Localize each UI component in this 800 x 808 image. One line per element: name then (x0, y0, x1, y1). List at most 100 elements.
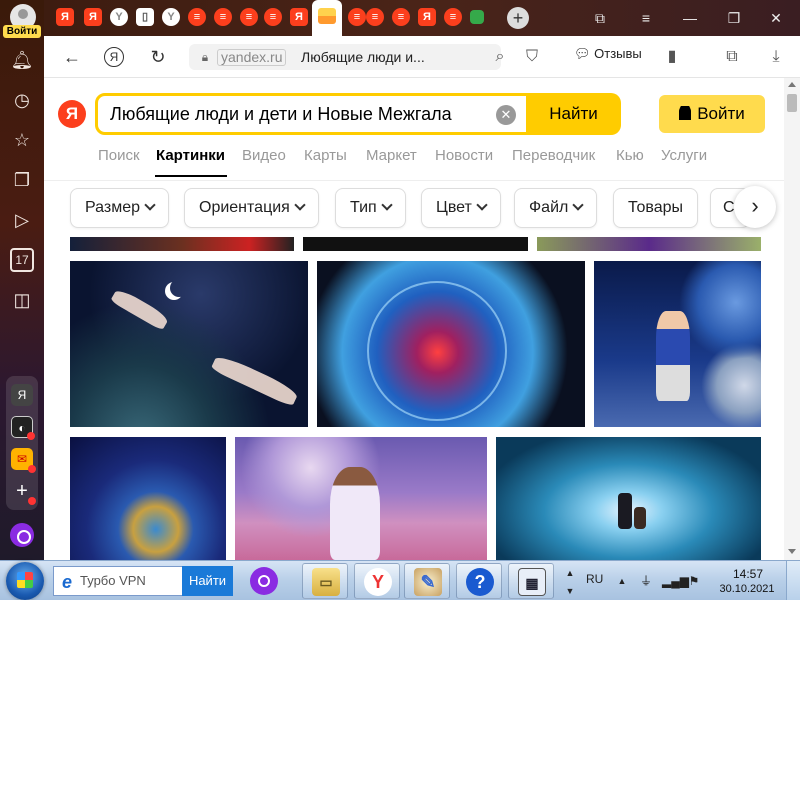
translate-icon[interactable]: ⌕ (488, 45, 512, 69)
network-signal-icon[interactable]: ▂▄▆ (662, 573, 689, 589)
tab-video-icon[interactable]: ≡ (240, 8, 258, 26)
service-tab-search[interactable]: Поиск (98, 147, 140, 164)
show-desktop-button[interactable] (786, 561, 800, 600)
tab-browser-icon[interactable]: Y (110, 8, 128, 26)
tab-video-icon[interactable]: ≡ (348, 8, 366, 26)
restore-icon[interactable]: ❐ (724, 8, 744, 28)
image-result[interactable] (317, 261, 585, 427)
scroll-down-arrow-icon[interactable] (788, 549, 796, 554)
camera-icon[interactable]: ◫ (10, 288, 34, 312)
taskbar-yandex-browser[interactable]: Y (354, 563, 400, 599)
download-icon[interactable]: ⤓ (764, 45, 788, 69)
clock-time[interactable]: 14:57 (726, 567, 770, 581)
image-result[interactable] (303, 237, 528, 251)
filter-file[interactable]: Файл (514, 188, 598, 228)
tab-video-icon[interactable]: ≡ (188, 8, 206, 26)
keyboard-language[interactable]: RU (586, 572, 603, 586)
new-tab-button[interactable]: + (507, 7, 529, 29)
alice-assistant-icon[interactable] (10, 523, 34, 547)
taskbar-explorer[interactable]: ▭ (302, 563, 348, 599)
url-field[interactable]: 🔒︎ yandex.ru Любящие люди и... (189, 44, 501, 70)
bookmarks-panel-icon[interactable]: ⧉ (590, 8, 610, 28)
tray-scroll-down-icon[interactable]: ▼ (562, 583, 578, 599)
bookmark-icon[interactable]: ▮ (660, 45, 684, 69)
start-button[interactable] (6, 562, 44, 600)
yandex-home-icon[interactable]: Я (104, 47, 124, 67)
scroll-right-chevron-icon[interactable]: › (734, 186, 776, 228)
tab-video-icon[interactable]: ≡ (392, 8, 410, 26)
tab-yandex-icon[interactable]: Я (418, 8, 436, 26)
filter-orientation[interactable]: Ориентация (184, 188, 319, 228)
search-input[interactable]: Любящие люди и дети и Новые Межгала (110, 104, 452, 125)
protect-icon[interactable]: ⛉ (520, 45, 544, 69)
yandex-app-icon[interactable]: Я (11, 384, 33, 406)
clock-date[interactable]: 30.10.2021 (712, 583, 782, 595)
extensions-icon[interactable]: ⧉ (720, 45, 744, 69)
show-hidden-icons-icon[interactable]: ▲ (614, 573, 630, 589)
calendar-icon[interactable]: 17 (10, 248, 34, 272)
scroll-thumb[interactable] (787, 94, 797, 112)
filter-type[interactable]: Тип (335, 188, 406, 228)
service-tab-maps[interactable]: Карты (304, 147, 347, 164)
yandex-logo[interactable]: Я (58, 100, 86, 128)
play-icon[interactable]: ▷ (10, 208, 34, 232)
tab-video-icon[interactable]: ≡ (264, 8, 282, 26)
tab-browser-icon[interactable]: Y (162, 8, 180, 26)
collections-icon[interactable]: ❐ (10, 168, 34, 192)
login-button[interactable]: Войти (659, 95, 765, 133)
search-button[interactable]: Найти (526, 93, 621, 135)
action-center-flag-icon[interactable]: ⚑ (686, 573, 702, 589)
image-result[interactable] (70, 261, 308, 427)
sidebar-login-badge[interactable]: Войти (3, 25, 41, 38)
image-result[interactable] (496, 437, 761, 560)
taskbar-search-button[interactable]: Найти (182, 566, 233, 596)
tab-green-icon[interactable] (470, 10, 484, 24)
tab-active-images[interactable] (312, 0, 342, 36)
tab-document-icon[interactable]: ▯ (136, 8, 154, 26)
service-tab-translate[interactable]: Переводчик (512, 147, 595, 164)
service-tab-q[interactable]: Кью (616, 147, 644, 164)
messenger-app-icon[interactable]: ◐ (11, 416, 35, 440)
clear-search-icon[interactable]: ✕ (496, 105, 516, 125)
taskbar-help[interactable]: ? (456, 563, 502, 599)
service-tab-video[interactable]: Видео (242, 147, 286, 164)
image-result[interactable] (235, 437, 487, 560)
tab-yandex-icon[interactable]: Я (290, 8, 308, 26)
image-result[interactable] (70, 437, 226, 560)
tray-scroll-up-icon[interactable]: ▲ (562, 565, 578, 581)
history-clock-icon[interactable]: ◷ (10, 88, 34, 112)
vertical-scrollbar[interactable] (784, 78, 800, 560)
reviews-button[interactable]: 💬︎ Отзывы (574, 46, 642, 62)
alice-taskbar-icon[interactable] (250, 567, 278, 595)
star-icon[interactable]: ☆ (10, 128, 34, 152)
filter-goods[interactable]: Товары (613, 188, 699, 228)
filter-size[interactable]: Размер (70, 188, 169, 228)
back-arrow-icon[interactable]: ← (60, 45, 84, 69)
image-result[interactable] (537, 237, 761, 251)
scroll-up-arrow-icon[interactable] (788, 82, 796, 87)
lock-icon[interactable]: 🔒︎ (197, 49, 213, 65)
reload-icon[interactable]: ↻ (146, 45, 170, 69)
usb-device-icon[interactable]: ⏚ (638, 573, 654, 589)
service-tab-market[interactable]: Маркет (366, 147, 417, 164)
service-tab-uslugi[interactable]: Услуги (661, 147, 707, 164)
minimize-icon[interactable]: — (680, 8, 700, 28)
tab-yandex-icon[interactable]: Я (56, 8, 74, 26)
tab-video-icon[interactable]: ≡ (214, 8, 232, 26)
taskbar-calculator[interactable]: ▦ (508, 563, 554, 599)
image-result[interactable] (594, 261, 761, 427)
tab-video-icon[interactable]: ≡ (366, 8, 384, 26)
menu-icon[interactable]: ≡ (636, 8, 656, 28)
close-icon[interactable]: ✕ (766, 8, 786, 28)
mail-app-icon[interactable]: ✉ (11, 448, 36, 473)
service-tab-images[interactable]: Картинки (156, 147, 225, 164)
service-tab-news[interactable]: Новости (435, 147, 493, 164)
taskbar-search-input[interactable]: Турбо VPN (80, 573, 146, 588)
tab-yandex-icon[interactable]: Я (84, 8, 102, 26)
tab-video-icon[interactable]: ≡ (444, 8, 462, 26)
add-app-icon[interactable]: + (11, 480, 36, 505)
taskbar-paint[interactable]: ✎ (404, 563, 450, 599)
filter-color[interactable]: Цвет (421, 188, 501, 228)
image-result[interactable] (70, 237, 294, 251)
bell-icon[interactable]: 🔔︎ (10, 48, 34, 72)
